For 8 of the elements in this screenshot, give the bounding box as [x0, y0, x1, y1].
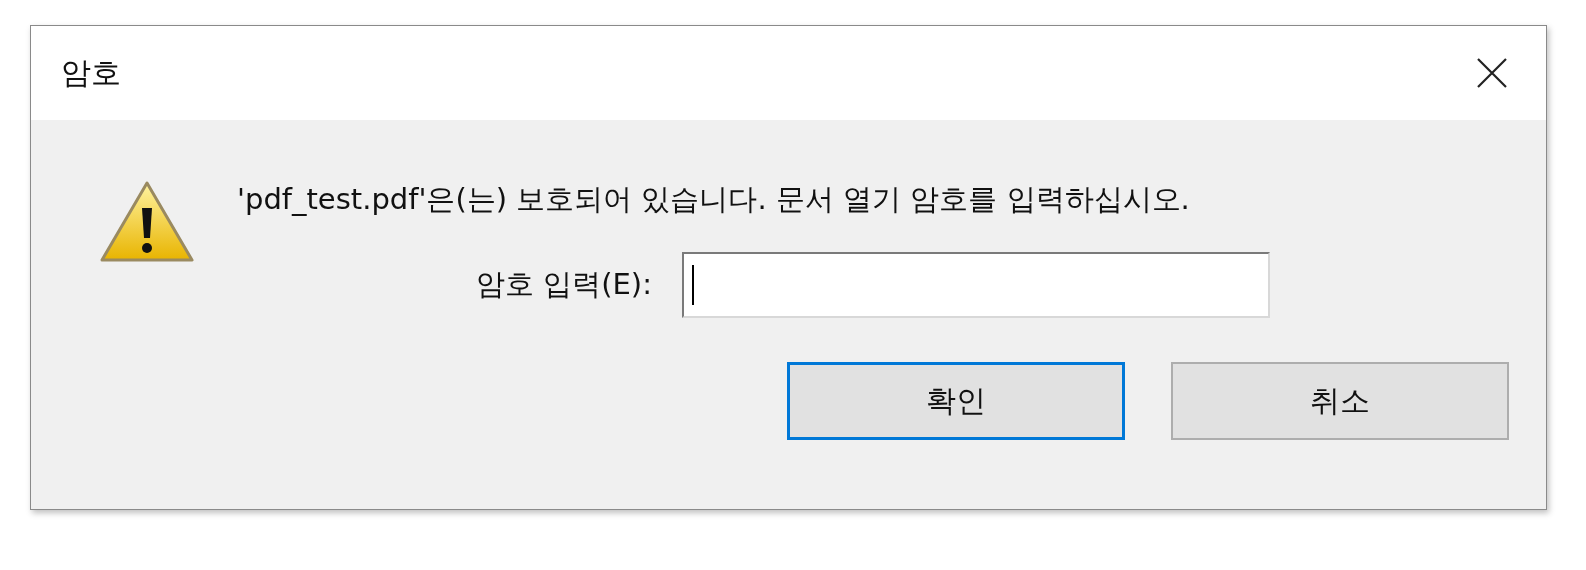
- password-label: 암호 입력(E):: [476, 266, 652, 303]
- warning-icon: [99, 180, 195, 264]
- window-title: 암호: [61, 53, 121, 92]
- close-icon[interactable]: [1476, 57, 1508, 89]
- ok-button[interactable]: 확인: [787, 362, 1125, 440]
- cancel-button[interactable]: 취소: [1171, 362, 1509, 440]
- message-text: 'pdf_test.pdf'은(는) 보호되어 있습니다. 문서 열기 암호를 입력하십시오.: [237, 181, 1190, 218]
- password-field[interactable]: [681, 252, 1270, 318]
